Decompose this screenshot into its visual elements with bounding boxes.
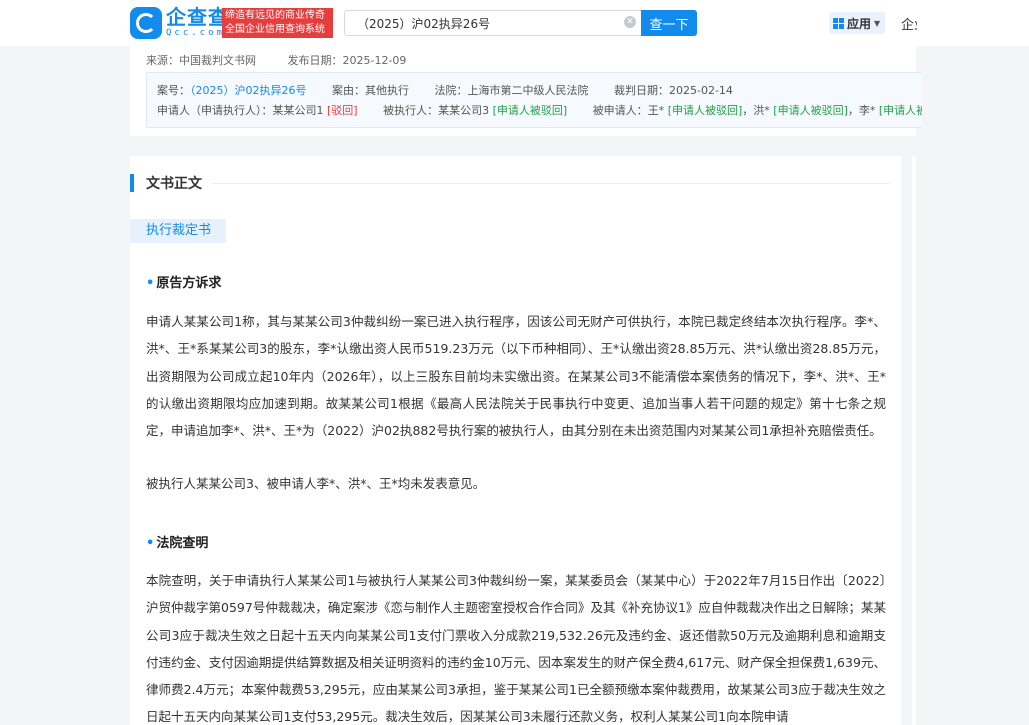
top-header: 企查查 Qcc.com 缔造有远见的商业传奇 全国企业信用查询系统 （2025）… — [0, 0, 1029, 46]
case-cause: 案由：其他执行 — [332, 84, 409, 97]
respondent-3[interactable]: ，李* — [848, 104, 876, 117]
side-panel-edge — [912, 156, 916, 725]
case-court: 法院：上海市第二中级人民法院 — [434, 84, 589, 97]
respondent-3-status: [申请人被驳回] — [878, 104, 922, 117]
executee-label: 被执行人： — [383, 104, 439, 117]
case-info-row-2: 申请人（申请执行人）：某某公司1 [驳回] 被执行人：某某公司3 [申请人被驳回… — [157, 101, 922, 121]
app-menu-button[interactable]: 应用 ▼ — [829, 12, 885, 34]
publish-date: 发布日期：2025-12-09 — [287, 54, 407, 67]
paragraph-claims: 申请人某某公司1称，其与某某公司3仲裁纠纷一案已进入执行程序，因该公司无财产可供… — [146, 314, 886, 439]
applicant-label: 申请人（申请执行人）： — [157, 104, 273, 117]
respondent-2-status: [申请人被驳回] — [773, 104, 848, 117]
paragraph-no-opinion: 被执行人某某公司3、被申请人李*、洪*、王*均未发表意见。 — [146, 476, 486, 491]
judge-date: 裁判日期：2025-02-14 — [614, 84, 733, 97]
slogan-line-1: 缔造有远见的商业传奇 — [225, 10, 325, 21]
bullet-icon: • — [146, 276, 155, 291]
enterprise-link[interactable]: 企业 — [901, 14, 917, 33]
paragraph-findings: 本院查明，关于申请执行人某某公司1与被执行人某某公司3仲裁纠纷一案，某某委员会（… — [146, 573, 886, 725]
section-divider — [212, 182, 890, 184]
section-accent-bar — [130, 174, 134, 192]
case-info-box: 案号：（2025）沪02执异26号 案由：其他执行 法院：上海市第二中级人民法院… — [146, 72, 922, 128]
source-text: 来源：中国裁判文书网 — [146, 54, 256, 67]
logo-text[interactable]: 企查查 — [166, 6, 229, 28]
clear-icon[interactable]: ✕ — [624, 16, 636, 28]
caret-down-icon: ▼ — [874, 18, 881, 28]
case-meta-card: 来源：中国裁判文书网 发布日期：2025-12-09 案号：（2025）沪02执… — [130, 46, 922, 136]
respondent-1-status: [申请人被驳回] — [667, 104, 743, 117]
respondent-1[interactable]: 王* — [648, 104, 665, 117]
case-no-link[interactable]: （2025）沪02执异26号 — [190, 84, 307, 97]
slogan-line-2: 全国企业信用查询系统 — [225, 24, 325, 35]
tab-execution-ruling[interactable]: 执行裁定书 — [130, 219, 226, 243]
search-input[interactable]: （2025）沪02执异26号 — [344, 10, 641, 36]
case-info-row-1: 案号：（2025）沪02执异26号 案由：其他执行 法院：上海市第二中级人民法院… — [157, 81, 912, 101]
grid-icon — [833, 17, 844, 29]
subheading-text: 原告方诉求 — [156, 276, 222, 291]
subheading-plaintiff-claims: • 原告方诉求 — [146, 272, 221, 291]
case-no-label: 案号： — [157, 84, 190, 97]
applicant-status-badge: [驳回] — [327, 104, 358, 117]
search-button[interactable]: 查一下 — [641, 10, 697, 36]
subheading-text: 法院查明 — [156, 536, 209, 551]
app-label: 应用 — [847, 16, 872, 31]
subheading-court-findings: • 法院查明 — [146, 532, 208, 551]
applicant-link[interactable]: 某某公司1 — [273, 104, 324, 117]
source-line: 来源：中国裁判文书网 发布日期：2025-12-09 — [146, 52, 434, 68]
logo-subtext: Qcc.com — [166, 28, 225, 38]
section-header: 文书正文 — [130, 174, 890, 192]
executee-link[interactable]: 某某公司3 — [438, 104, 489, 117]
document-body: 文书正文 执行裁定书 • 原告方诉求 申请人某某公司1称，其与某某公司3仲裁纠纷一… — [130, 156, 901, 725]
section-title: 文书正文 — [146, 176, 202, 192]
slogan-badge: 缔造有远见的商业传奇 全国企业信用查询系统 — [222, 8, 333, 38]
search-value: （2025）沪02执异26号 — [357, 16, 491, 31]
respondent-2[interactable]: ，洪* — [742, 104, 770, 117]
bullet-icon: • — [146, 536, 155, 551]
executee-status-badge: [申请人被驳回] — [492, 104, 568, 117]
respondent-label: 被申请人： — [592, 104, 648, 117]
qcc-logo-icon[interactable] — [130, 7, 162, 39]
